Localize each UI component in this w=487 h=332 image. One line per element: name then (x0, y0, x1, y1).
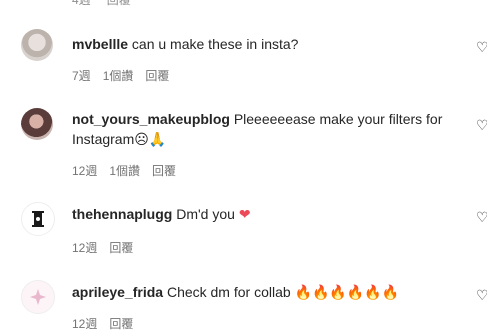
reply-button[interactable]: 回覆 (109, 239, 133, 256)
comment-text: not_yours_makeupblog Pleeeeeease make yo… (72, 109, 457, 150)
comment-emojis: ☹🙏 (134, 132, 167, 148)
avatar[interactable] (21, 108, 53, 140)
comment-meta: 12週 1個讚 回覆 (72, 162, 176, 179)
comment-body: Dm'd you (176, 206, 235, 222)
comment-body: can u make these in insta? (131, 36, 299, 52)
previous-comment-meta: 4週 回覆 (72, 0, 131, 8)
reply-button[interactable]: 回覆 (107, 0, 131, 8)
heart-outline-icon[interactable]: ♡ (476, 40, 487, 54)
comment-username[interactable]: aprileye_frida (72, 284, 163, 300)
comment-likes[interactable]: 1個讚 (109, 162, 140, 179)
comment-username[interactable]: thehennaplugg (72, 206, 172, 222)
heart-outline-icon[interactable]: ♡ (476, 118, 487, 132)
heart-outline-icon[interactable]: ♡ (476, 288, 487, 302)
avatar[interactable] (21, 202, 55, 236)
comment-username[interactable]: mvbellle (72, 36, 128, 52)
comment-body: Check dm for collab (166, 284, 291, 300)
comment-emojis: 🔥🔥🔥🔥🔥🔥 (294, 285, 400, 301)
sparkle-logo-icon (30, 289, 46, 305)
reply-button[interactable]: 回覆 (109, 315, 133, 332)
comment-meta: 12週 回覆 (72, 239, 133, 256)
comment-emojis: ❤ (238, 207, 251, 223)
comment-age: 12週 (72, 241, 98, 255)
comment-likes[interactable]: 1個讚 (103, 67, 134, 84)
comment-username[interactable]: not_yours_makeupblog (72, 111, 230, 127)
avatar[interactable] (21, 29, 53, 61)
comment-text: aprileye_frida Check dm for collab 🔥🔥🔥🔥🔥… (72, 282, 457, 303)
comment-age: 12週 (72, 317, 98, 331)
comment-age: 4週 (72, 0, 91, 7)
comment-text: thehennaplugg Dm'd you ❤ (72, 204, 457, 225)
henna-logo-icon (32, 211, 44, 227)
reply-button[interactable]: 回覆 (152, 162, 176, 179)
comment-meta: 7週 1個讚 回覆 (72, 67, 169, 84)
avatar[interactable] (21, 280, 55, 314)
comment-text: mvbellle can u make these in insta? (72, 34, 457, 54)
comment-meta: 12週 回覆 (72, 315, 133, 332)
heart-outline-icon[interactable]: ♡ (476, 210, 487, 224)
comment-age: 12週 (72, 164, 98, 178)
reply-button[interactable]: 回覆 (145, 67, 169, 84)
comment-age: 7週 (72, 69, 91, 83)
